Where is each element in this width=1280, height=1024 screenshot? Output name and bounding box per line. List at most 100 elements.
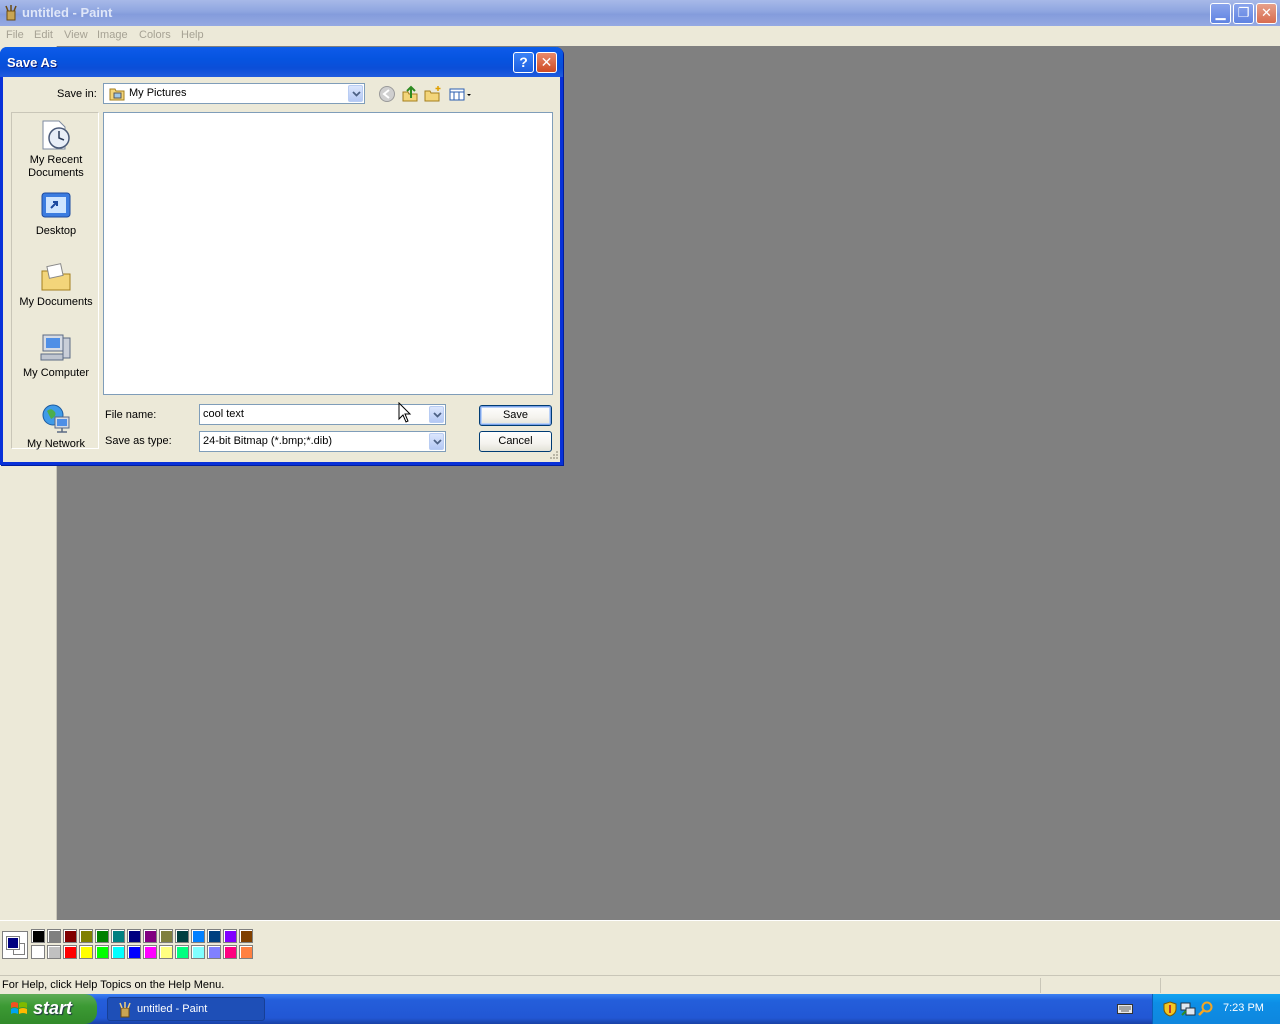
close-button[interactable]: ✕ <box>1256 3 1277 24</box>
security-shield-icon[interactable] <box>1162 1001 1178 1017</box>
network-tray-icon[interactable] <box>1180 1001 1196 1017</box>
menu-help[interactable]: Help <box>181 29 204 41</box>
menu-colors[interactable]: Colors <box>139 29 171 41</box>
menu-edit[interactable]: Edit <box>34 29 53 41</box>
palette-swatch[interactable] <box>223 945 237 959</box>
my-computer-icon <box>40 334 71 361</box>
place-my-network[interactable]: My Network <box>12 403 100 451</box>
palette-swatch[interactable] <box>223 929 237 943</box>
palette-swatch[interactable] <box>127 929 141 943</box>
my-pictures-folder-icon <box>109 88 125 101</box>
help-button[interactable]: ? <box>513 52 534 73</box>
palette-swatch[interactable] <box>239 929 253 943</box>
menu-file[interactable]: File <box>6 29 24 41</box>
place-label: My Documents <box>19 296 93 308</box>
minimize-button[interactable]: ▁ <box>1210 3 1231 24</box>
save-as-type-dropdown-button[interactable] <box>429 433 444 450</box>
places-bar: My Recent Documents Desktop My Documents <box>11 112 100 451</box>
clock: 7:23 PM <box>1223 1002 1264 1014</box>
restore-icon: ❐ <box>1237 5 1250 20</box>
palette-swatch[interactable] <box>175 945 189 959</box>
palette-swatch[interactable] <box>79 945 93 959</box>
place-my-computer[interactable]: My Computer <box>12 332 100 380</box>
palette-swatch[interactable] <box>175 929 189 943</box>
palette-swatch[interactable] <box>31 929 45 943</box>
restore-button[interactable]: ❐ <box>1233 3 1254 24</box>
place-label: Desktop <box>35 225 77 237</box>
paint-app-icon <box>5 5 17 21</box>
paint-app-icon <box>119 1002 131 1018</box>
place-desktop[interactable]: Desktop <box>12 190 100 238</box>
palette-swatch[interactable] <box>159 945 173 959</box>
file-name-dropdown-button[interactable] <box>429 406 444 423</box>
start-label: start <box>33 998 73 1018</box>
file-name-label: File name: <box>105 409 157 421</box>
resize-grip-icon[interactable] <box>549 450 559 460</box>
statusbar: For Help, click Help Topics on the Help … <box>0 975 1280 994</box>
close-icon: ✕ <box>540 54 553 70</box>
save-as-type-value: 24-bit Bitmap (*.bmp;*.dib) <box>203 435 332 447</box>
search-tray-icon[interactable] <box>1198 1001 1214 1017</box>
save-as-dialog: Save As ? ✕ Save in: My Pictures My Rece… <box>0 47 563 465</box>
save-button[interactable]: Save <box>479 405 552 426</box>
palette-swatch[interactable] <box>239 945 253 959</box>
start-button[interactable]: start <box>0 994 97 1024</box>
palette-swatch[interactable] <box>143 945 157 959</box>
save-as-type-dropdown[interactable]: 24-bit Bitmap (*.bmp;*.dib) <box>199 431 446 452</box>
app-titlebar[interactable]: untitled - Paint ▁ ❐ ✕ <box>0 0 1280 26</box>
keyboard-icon[interactable] <box>1117 1003 1133 1015</box>
my-documents-icon <box>41 263 71 291</box>
current-colors[interactable] <box>2 931 28 959</box>
network-icon <box>42 404 70 433</box>
palette-swatch[interactable] <box>143 929 157 943</box>
palette-swatch[interactable] <box>47 945 61 959</box>
dialog-titlebar[interactable]: Save As ? ✕ <box>0 47 563 77</box>
chevron-down-icon <box>433 412 442 418</box>
palette-swatch[interactable] <box>111 945 125 959</box>
palette-swatch[interactable] <box>63 945 77 959</box>
menu-view[interactable]: View <box>64 29 88 41</box>
taskbar: start untitled - Paint 7:23 PM <box>0 994 1280 1024</box>
file-list[interactable] <box>103 112 553 395</box>
save-in-value: My Pictures <box>129 87 187 99</box>
palette-swatch[interactable] <box>47 929 61 943</box>
save-in-dropdown-button[interactable] <box>348 85 363 102</box>
taskbar-item-paint[interactable]: untitled - Paint <box>107 997 265 1021</box>
palette-swatch[interactable] <box>207 945 221 959</box>
back-icon[interactable] <box>378 85 396 103</box>
windows-logo-icon <box>11 1002 27 1014</box>
palette-swatch[interactable] <box>207 929 221 943</box>
menubar: File Edit View Image Colors Help <box>0 26 1280 46</box>
mouse-cursor-icon <box>398 402 412 423</box>
palette-swatch[interactable] <box>31 945 45 959</box>
chevron-down-icon <box>352 91 361 97</box>
dialog-close-button[interactable]: ✕ <box>536 52 557 73</box>
desktop-icon <box>41 192 71 218</box>
view-menu-icon[interactable] <box>448 85 474 103</box>
palette-swatch[interactable] <box>63 929 77 943</box>
palette-swatch[interactable] <box>95 929 109 943</box>
dialog-title: Save As <box>7 55 58 70</box>
palette-swatch[interactable] <box>191 929 205 943</box>
save-in-label: Save in: <box>57 88 97 100</box>
cancel-button[interactable]: Cancel <box>479 431 552 452</box>
palette-swatch[interactable] <box>159 929 173 943</box>
place-recent-documents[interactable]: My Recent Documents <box>12 119 100 180</box>
close-icon: ✕ <box>1261 5 1272 20</box>
status-pane-coords <box>1040 978 1160 993</box>
palette-swatch[interactable] <box>111 929 125 943</box>
palette-swatch[interactable] <box>127 945 141 959</box>
app-title: untitled - Paint <box>22 5 113 20</box>
menu-image[interactable]: Image <box>97 29 128 41</box>
chevron-down-icon <box>433 439 442 445</box>
palette-swatch[interactable] <box>191 945 205 959</box>
place-label: My Recent Documents <box>28 154 84 179</box>
place-label: My Network <box>26 438 86 450</box>
palette-swatch[interactable] <box>79 929 93 943</box>
new-folder-icon[interactable] <box>424 85 442 103</box>
save-in-dropdown[interactable]: My Pictures <box>103 83 365 104</box>
foreground-color <box>6 936 20 950</box>
place-my-documents[interactable]: My Documents <box>12 261 100 309</box>
palette-swatch[interactable] <box>95 945 109 959</box>
up-folder-icon[interactable] <box>401 85 419 103</box>
